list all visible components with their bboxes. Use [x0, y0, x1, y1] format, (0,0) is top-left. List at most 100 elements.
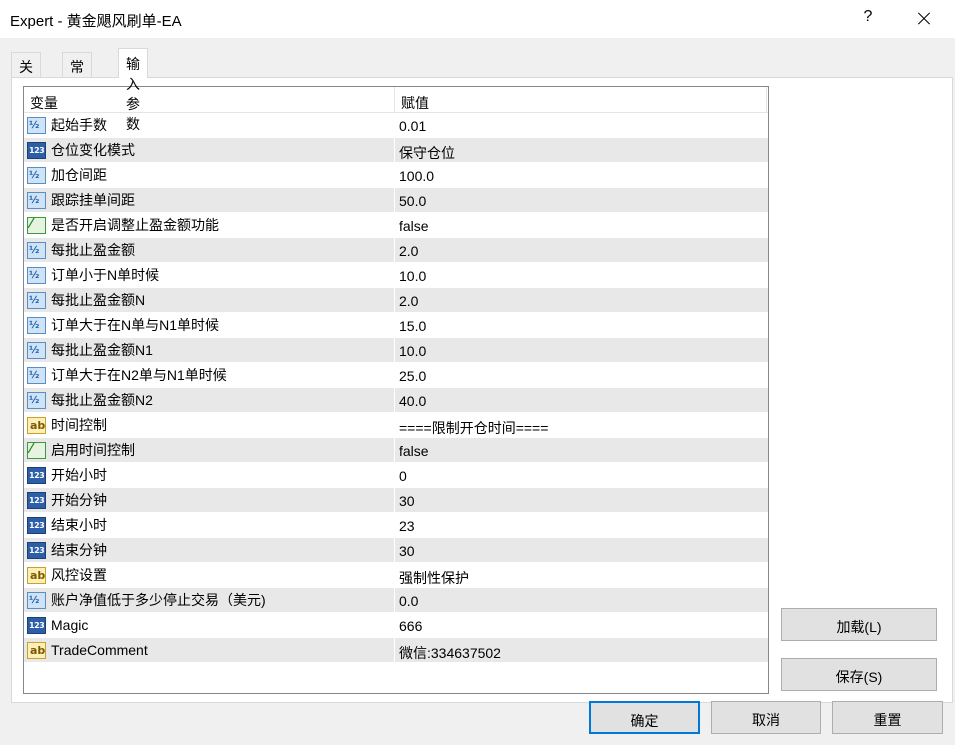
parameter-value[interactable]: 10.0 — [395, 263, 767, 287]
parameter-value[interactable]: 10.0 — [395, 338, 767, 362]
parameter-name-cell: 123 结束分钟 — [24, 538, 395, 562]
parameter-row[interactable]: 123 结束小时 23 — [24, 513, 768, 538]
column-header-value[interactable]: 赋值 — [395, 87, 767, 112]
parameter-row[interactable]: ⁄ 是否开启调整止盈金额功能 false — [24, 213, 768, 238]
grid-rows: ½ 起始手数 0.01 123 仓位变化模式 保守仓位 ½ 加仓间距 100.0 ½ 跟踪挂单间距 5… — [24, 113, 768, 663]
parameter-value[interactable]: false — [395, 438, 767, 462]
parameter-row[interactable]: 123 开始分钟 30 — [24, 488, 768, 513]
parameter-row[interactable]: ab 风控设置 强制性保护 — [24, 563, 768, 588]
parameter-name-cell: ½ 每批止盈金额N2 — [24, 388, 395, 412]
parameter-value[interactable]: false — [395, 213, 767, 237]
parameter-row[interactable]: 123 仓位变化模式 保守仓位 — [24, 138, 768, 163]
window-title: Expert - 黄金飓风刷单-EA — [10, 13, 182, 30]
parameter-value[interactable]: ====限制开仓时间==== — [395, 413, 767, 437]
double-type-icon: ½ — [27, 116, 46, 134]
integer-type-icon: 123 — [27, 516, 46, 534]
parameter-name: 结束小时 — [51, 517, 107, 533]
tab-about[interactable]: 关于 — [11, 52, 41, 95]
parameter-value[interactable]: 23 — [395, 513, 767, 537]
parameter-name: 开始小时 — [51, 467, 107, 483]
parameter-name: 跟踪挂单间距 — [51, 192, 135, 208]
parameter-name: 时间控制 — [51, 417, 107, 433]
parameter-name: 账户净值低于多少停止交易（美元) — [51, 592, 266, 608]
parameter-name-cell: ½ 加仓间距 — [24, 163, 395, 187]
double-type-icon: ½ — [27, 241, 46, 259]
parameter-value[interactable]: 30 — [395, 488, 767, 512]
parameter-name: 每批止盈金额 — [51, 242, 135, 258]
string-type-icon: ab — [27, 641, 46, 659]
parameter-value[interactable]: 30 — [395, 538, 767, 562]
parameter-name-cell: ½ 每批止盈金额 — [24, 238, 395, 262]
parameter-row[interactable]: ab TradeComment 微信:334637502 — [24, 638, 768, 663]
parameter-name: 是否开启调整止盈金额功能 — [51, 217, 219, 233]
integer-type-icon: 123 — [27, 141, 46, 159]
parameter-value[interactable]: 40.0 — [395, 388, 767, 412]
parameter-row[interactable]: ½ 跟踪挂单间距 50.0 — [24, 188, 768, 213]
double-type-icon: ½ — [27, 366, 46, 384]
parameter-value[interactable]: 50.0 — [395, 188, 767, 212]
parameter-row[interactable]: 123 Magic 666 — [24, 613, 768, 638]
load-button[interactable]: 加载(L) — [781, 608, 937, 641]
integer-type-icon: 123 — [27, 616, 46, 634]
parameter-value[interactable]: 2.0 — [395, 238, 767, 262]
parameter-name: 开始分钟 — [51, 492, 107, 508]
cancel-button[interactable]: 取消 — [711, 701, 821, 734]
parameter-value[interactable]: 0 — [395, 463, 767, 487]
save-button[interactable]: 保存(S) — [781, 658, 937, 691]
parameter-row[interactable]: 123 开始小时 0 — [24, 463, 768, 488]
boolean-type-icon: ⁄ — [27, 441, 46, 459]
string-type-icon: ab — [27, 566, 46, 584]
parameter-value[interactable]: 强制性保护 — [395, 563, 767, 587]
parameter-row[interactable]: ½ 每批止盈金额N 2.0 — [24, 288, 768, 313]
tab-common[interactable]: 常用 — [62, 52, 92, 95]
parameter-row[interactable]: ½ 账户净值低于多少停止交易（美元) 0.0 — [24, 588, 768, 613]
close-icon[interactable] — [908, 6, 938, 32]
parameter-value[interactable]: 100.0 — [395, 163, 767, 187]
parameter-row[interactable]: ½ 每批止盈金额N1 10.0 — [24, 338, 768, 363]
parameter-row[interactable]: ½ 每批止盈金额 2.0 — [24, 238, 768, 263]
parameter-name-cell: ab TradeComment — [24, 638, 395, 662]
parameter-value[interactable]: 2.0 — [395, 288, 767, 312]
parameter-row[interactable]: 123 结束分钟 30 — [24, 538, 768, 563]
parameter-name: TradeComment — [51, 642, 148, 658]
parameter-name: 订单大于在N2单与N1单时候 — [51, 367, 227, 383]
parameter-row[interactable]: ½ 订单大于在N单与N1单时候 15.0 — [24, 313, 768, 338]
tab-inputs[interactable]: 输入参数 — [118, 48, 148, 132]
parameter-value[interactable]: 15.0 — [395, 313, 767, 337]
parameter-name-cell: ½ 跟踪挂单间距 — [24, 188, 395, 212]
parameter-row[interactable]: ½ 每批止盈金额N2 40.0 — [24, 388, 768, 413]
parameter-name-cell: ab 时间控制 — [24, 413, 395, 437]
parameter-value[interactable]: 0.01 — [395, 113, 767, 137]
integer-type-icon: 123 — [27, 491, 46, 509]
help-icon[interactable]: ? — [858, 8, 878, 26]
integer-type-icon: 123 — [27, 466, 46, 484]
parameter-name: 每批止盈金额N — [51, 292, 146, 308]
parameter-row[interactable]: ab 时间控制 ====限制开仓时间==== — [24, 413, 768, 438]
parameter-value[interactable]: 微信:334637502 — [395, 638, 767, 662]
parameter-value[interactable]: 保守仓位 — [395, 138, 767, 162]
double-type-icon: ½ — [27, 591, 46, 609]
parameter-name-cell: ½ 订单大于在N单与N1单时候 — [24, 313, 395, 337]
parameter-row[interactable]: ⁄ 启用时间控制 false — [24, 438, 768, 463]
parameter-name-cell: 123 开始分钟 — [24, 488, 395, 512]
parameter-name: 每批止盈金额N2 — [51, 392, 153, 408]
parameter-name-cell: 123 Magic — [24, 613, 395, 637]
parameter-name-cell: ½ 每批止盈金额N1 — [24, 338, 395, 362]
column-header-variable[interactable]: 变量 — [24, 87, 395, 112]
parameter-row[interactable]: ½ 订单大于在N2单与N1单时候 25.0 — [24, 363, 768, 388]
parameter-row[interactable]: ½ 加仓间距 100.0 — [24, 163, 768, 188]
parameter-value[interactable]: 0.0 — [395, 588, 767, 612]
parameter-name: 仓位变化模式 — [51, 142, 135, 158]
parameter-name: 加仓间距 — [51, 167, 107, 183]
parameter-row[interactable]: ½ 订单小于N单时候 10.0 — [24, 263, 768, 288]
parameter-name: 启用时间控制 — [51, 442, 135, 458]
parameter-name: Magic — [51, 617, 89, 633]
string-type-icon: ab — [27, 416, 46, 434]
parameter-value[interactable]: 666 — [395, 613, 767, 637]
parameter-value[interactable]: 25.0 — [395, 363, 767, 387]
parameter-name: 结束分钟 — [51, 542, 107, 558]
parameter-name: 订单小于N单时候 — [51, 267, 160, 283]
ok-button[interactable]: 确定 — [589, 701, 700, 734]
parameter-name: 订单大于在N单与N1单时候 — [51, 317, 220, 333]
parameter-name-cell: ½ 每批止盈金额N — [24, 288, 395, 312]
